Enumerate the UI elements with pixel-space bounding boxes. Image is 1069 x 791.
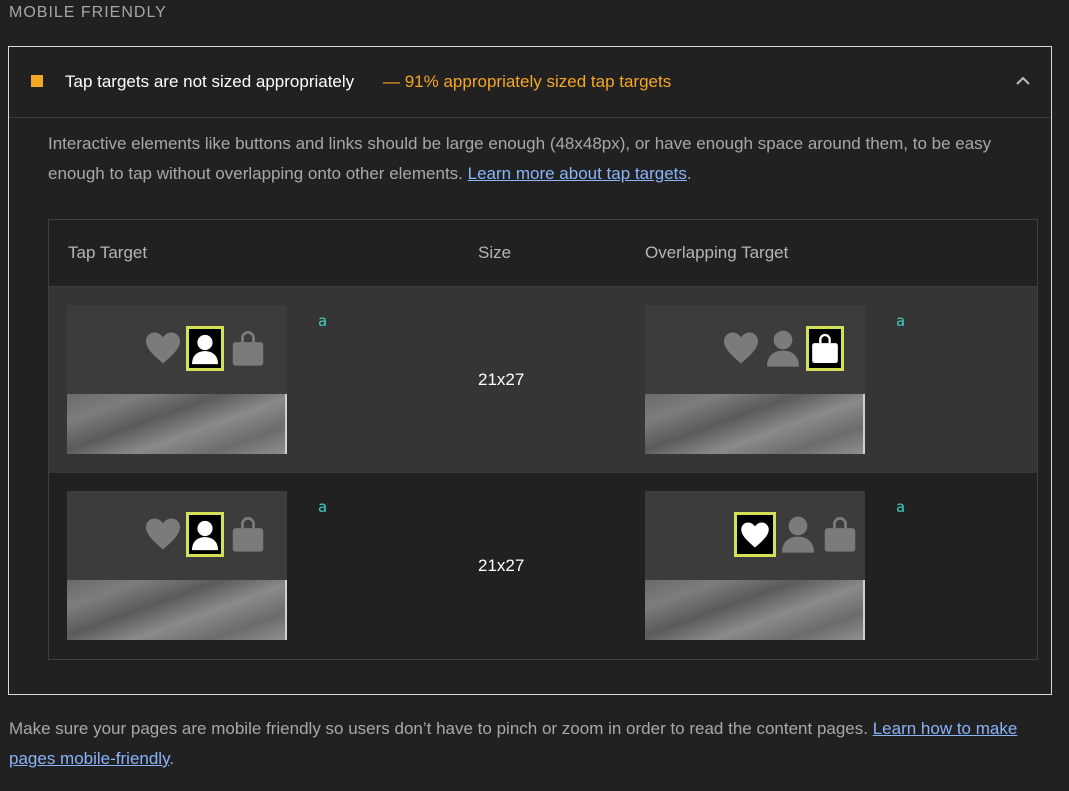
shopping-bag-icon (232, 331, 264, 366)
learn-more-tap-targets-link[interactable]: Learn more about tap targets (468, 164, 687, 183)
highlighted-target (186, 326, 224, 371)
person-icon (192, 334, 218, 365)
table-header: Tap Target Size Overlapping Target (49, 220, 1037, 287)
tap-target-node-label[interactable]: a (318, 312, 327, 330)
highlighted-target (806, 326, 844, 371)
overlapping-target-screenshot (645, 305, 865, 454)
column-header-tap-target: Tap Target (68, 243, 148, 262)
heart-icon (146, 332, 180, 364)
size-value: 21x27 (478, 370, 525, 389)
tap-targets-audit: Tap targets are not sized appropriately … (8, 46, 1052, 695)
overlapping-node-label[interactable]: a (896, 498, 905, 516)
column-header-overlapping-target: Overlapping Target (645, 243, 789, 262)
shopping-bag-icon (824, 517, 856, 552)
audit-title: Tap targets are not sized appropriately (65, 72, 355, 91)
person-icon (767, 330, 799, 367)
size-value: 21x27 (478, 556, 525, 575)
section-title: MOBILE FRIENDLY (9, 4, 167, 21)
description-end: . (686, 164, 692, 183)
shopping-bag-icon (812, 333, 838, 363)
person-icon (192, 520, 218, 551)
table-row: a 21x27 a (49, 473, 1037, 659)
overlapping-node-label[interactable]: a (896, 312, 905, 330)
column-header-size: Size (478, 243, 512, 262)
footer-text: Make sure your pages are mobile friendly… (9, 719, 873, 738)
highlighted-target (734, 512, 776, 557)
chevron-up-icon[interactable] (1013, 71, 1033, 91)
footer-end: . (169, 749, 175, 768)
tap-targets-table: Tap Target Size Overlapping Target a 21x… (48, 219, 1038, 660)
highlighted-target (186, 512, 224, 557)
table-row: a 21x27 a (49, 287, 1037, 473)
section-footer: Make sure your pages are mobile friendly… (9, 714, 1049, 774)
audit-header[interactable]: Tap targets are not sized appropriately … (9, 47, 1051, 118)
audit-display-value: — 91% appropriately sized tap targets (383, 72, 672, 91)
overlapping-target-screenshot (645, 491, 865, 640)
shopping-bag-icon (232, 517, 264, 552)
tap-target-screenshot (67, 491, 287, 640)
heart-icon (741, 522, 769, 548)
warning-status-icon (31, 75, 43, 87)
tap-target-node-label[interactable]: a (318, 498, 327, 516)
person-icon (782, 516, 814, 553)
audit-description: Interactive elements like buttons and li… (48, 129, 1028, 189)
heart-icon (146, 518, 180, 550)
tap-target-screenshot (67, 305, 287, 454)
heart-icon (724, 332, 758, 364)
